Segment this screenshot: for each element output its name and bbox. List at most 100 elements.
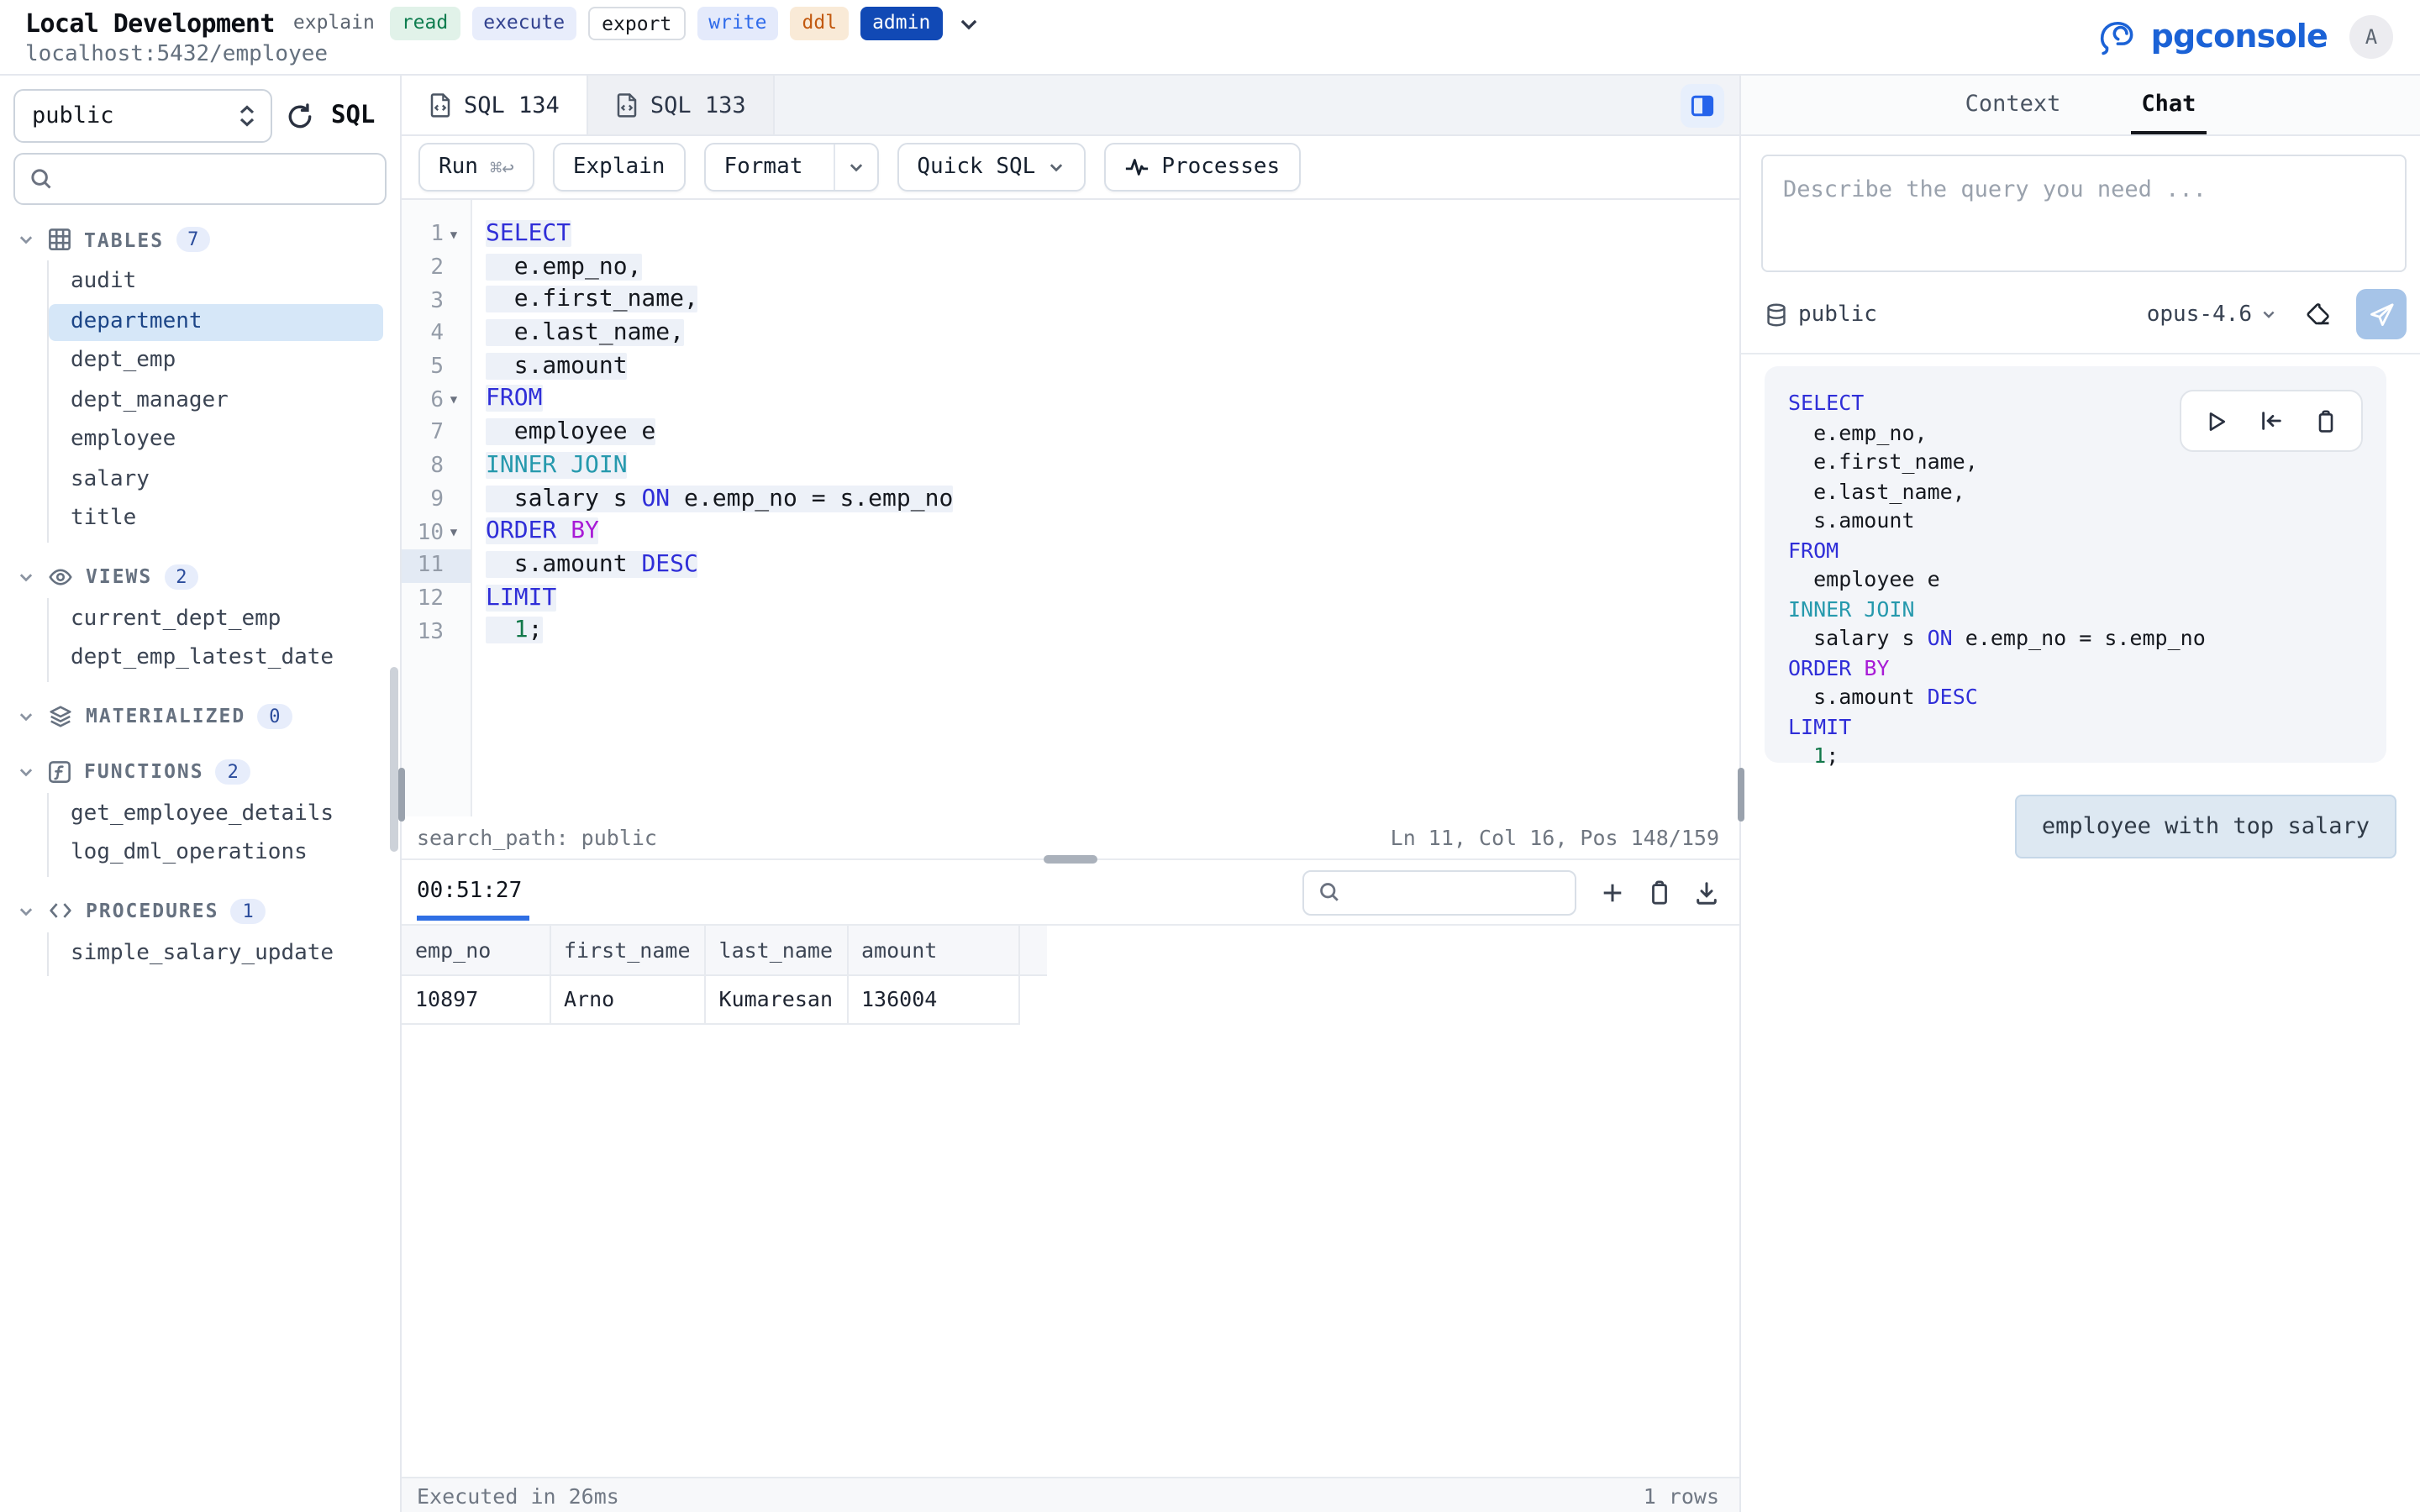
run-button[interactable]: Run ⌘↩ — [418, 143, 534, 192]
code-line-13[interactable]: 1; — [472, 616, 1739, 648]
code-line-10[interactable]: ORDER BY — [472, 516, 1739, 549]
code-line-3[interactable]: e.first_name, — [472, 285, 1739, 318]
horizontal-resize-handle[interactable] — [1044, 855, 1097, 864]
context-schema-chip[interactable]: public — [1765, 302, 1877, 327]
code-line-4[interactable]: e.last_name, — [1788, 476, 2363, 506]
column-header-first_name[interactable]: first_name — [550, 926, 705, 974]
tree-item-dept_manager[interactable]: dept_manager — [49, 382, 383, 420]
send-button[interactable] — [2356, 289, 2407, 339]
code-line-9[interactable]: salary s ON e.emp_no = s.emp_no — [472, 483, 1739, 516]
permission-badge-execute[interactable]: execute — [471, 7, 576, 40]
column-header-amount[interactable]: amount — [847, 926, 1018, 974]
format-chevron-down-icon[interactable] — [833, 144, 876, 190]
code-line-11[interactable]: s.amount DESC — [472, 549, 1739, 582]
permission-badge-read[interactable]: read — [390, 7, 460, 40]
panel-resize-handle[interactable] — [1738, 768, 1744, 822]
tab-sql-133[interactable]: SQL 133 — [588, 76, 775, 134]
code-line-2[interactable]: e.emp_no, — [472, 251, 1739, 284]
code-line-4[interactable]: e.last_name, — [472, 318, 1739, 350]
tab-context[interactable]: Context — [1955, 76, 2071, 134]
quick-sql-button[interactable]: Quick SQL — [897, 143, 1086, 192]
sidebar-search[interactable] — [13, 153, 387, 205]
permission-badge-ddl[interactable]: ddl — [791, 7, 850, 40]
copy-snippet-icon[interactable] — [2314, 409, 2338, 433]
insert-snippet-icon[interactable] — [2259, 408, 2284, 433]
format-button[interactable]: Format — [703, 143, 878, 192]
tree-item-audit[interactable]: audit — [49, 264, 383, 302]
code-line-8[interactable]: INNER JOIN — [1788, 594, 2363, 623]
tree-item-department[interactable]: department — [49, 303, 383, 341]
tree-item-current_dept_emp[interactable]: current_dept_emp — [49, 601, 383, 638]
sql-mode-label[interactable]: SQL — [331, 102, 375, 129]
sidebar-scrollbar[interactable] — [390, 667, 398, 852]
permission-badge-admin[interactable]: admin — [860, 7, 942, 40]
sidebar-search-input[interactable] — [64, 165, 371, 193]
section-header-procedures[interactable]: PROCEDURES1 — [0, 890, 400, 932]
results-search[interactable] — [1302, 869, 1576, 915]
split-view-button[interactable] — [1681, 84, 1724, 128]
table-cell[interactable]: 136004 — [847, 974, 1018, 1023]
code-line-1[interactable]: SELECT — [472, 218, 1739, 251]
section-header-views[interactable]: VIEWS2 — [0, 555, 400, 597]
tab-sql-134[interactable]: SQL 134 — [402, 76, 588, 134]
copy-results-icon[interactable] — [1647, 879, 1672, 905]
user-avatar[interactable]: A — [2349, 15, 2393, 59]
code-line-7[interactable]: employee e — [1788, 564, 2363, 594]
clear-chat-eraser-icon[interactable] — [2304, 300, 2333, 328]
result-timer-tab[interactable]: 00:51:27 — [417, 864, 529, 920]
model-select[interactable]: opus-4.6 — [2147, 302, 2277, 327]
code-line-5[interactable]: s.amount — [1788, 506, 2363, 535]
code-line-13[interactable]: 1; — [1788, 741, 2363, 770]
add-result-tab-icon[interactable] — [1600, 879, 1625, 905]
tab-chat[interactable]: Chat — [2131, 76, 2206, 134]
run-snippet-icon[interactable] — [2205, 409, 2228, 433]
sql-code-editor[interactable]: 1▼23456▼78910▼111213 SELECT e.emp_no, e.… — [402, 200, 1739, 816]
table-cell[interactable]: Arno — [550, 974, 705, 1023]
section-header-functions[interactable]: FUNCTIONS2 — [0, 750, 400, 792]
fold-arrow-icon[interactable]: ▼ — [444, 228, 464, 242]
column-header-last_name[interactable]: last_name — [705, 926, 847, 974]
code-line-12[interactable]: LIMIT — [472, 582, 1739, 615]
connection-chevron-down-icon[interactable] — [957, 13, 979, 34]
column-header-emp_no[interactable]: emp_no — [402, 926, 550, 974]
permission-badge-explain[interactable]: explain — [290, 7, 378, 40]
tree-item-dept_emp_latest_date[interactable]: dept_emp_latest_date — [49, 640, 383, 678]
code-line-7[interactable]: employee e — [472, 417, 1739, 449]
processes-button[interactable]: Processes — [1104, 143, 1300, 192]
section-header-materialized[interactable]: MATERIALIZED0 — [0, 695, 400, 737]
permission-badge-write[interactable]: write — [697, 7, 778, 40]
fold-arrow-icon[interactable]: ▼ — [444, 526, 464, 539]
code-line-6[interactable]: FROM — [472, 384, 1739, 417]
code-line-5[interactable]: s.amount — [472, 351, 1739, 384]
tree-item-get_employee_details[interactable]: get_employee_details — [49, 795, 383, 833]
refresh-icon[interactable] — [286, 102, 314, 130]
code-line-8[interactable]: INNER JOIN — [472, 450, 1739, 483]
chevron-down-icon[interactable] — [17, 230, 35, 249]
code-line-6[interactable]: FROM — [1788, 535, 2363, 564]
section-header-tables[interactable]: TABLES7 — [0, 218, 400, 260]
schema-select[interactable]: public — [13, 89, 272, 143]
tree-item-employee[interactable]: employee — [49, 422, 383, 459]
chevron-down-icon[interactable] — [17, 567, 35, 585]
download-results-icon[interactable] — [1694, 879, 1719, 905]
chevron-down-icon[interactable] — [17, 762, 35, 780]
permission-badge-export[interactable]: export — [588, 7, 685, 40]
table-cell[interactable]: Kumaresan — [705, 974, 847, 1023]
editor-code[interactable]: SELECT e.emp_no, e.first_name, e.last_na… — [472, 200, 1739, 816]
code-line-10[interactable]: ORDER BY — [1788, 653, 2363, 682]
tree-item-dept_emp[interactable]: dept_emp — [49, 343, 383, 381]
fold-arrow-icon[interactable]: ▼ — [444, 394, 464, 407]
sidebar-resize-handle[interactable] — [398, 768, 405, 822]
code-line-12[interactable]: LIMIT — [1788, 711, 2363, 741]
code-line-9[interactable]: salary s ON e.emp_no = s.emp_no — [1788, 623, 2363, 653]
tree-item-log_dml_operations[interactable]: log_dml_operations — [49, 835, 383, 873]
tree-item-simple_salary_update[interactable]: simple_salary_update — [49, 935, 383, 973]
table-cell[interactable]: 10897 — [402, 974, 550, 1023]
code-line-11[interactable]: s.amount DESC — [1788, 682, 2363, 711]
tree-item-salary[interactable]: salary — [49, 461, 383, 499]
table-row[interactable]: 10897ArnoKumaresan136004 — [402, 974, 1046, 1023]
chevron-down-icon[interactable] — [17, 706, 35, 725]
prompt-input[interactable] — [1761, 155, 2407, 272]
chevron-down-icon[interactable] — [17, 901, 35, 920]
tree-item-title[interactable]: title — [49, 501, 383, 538]
